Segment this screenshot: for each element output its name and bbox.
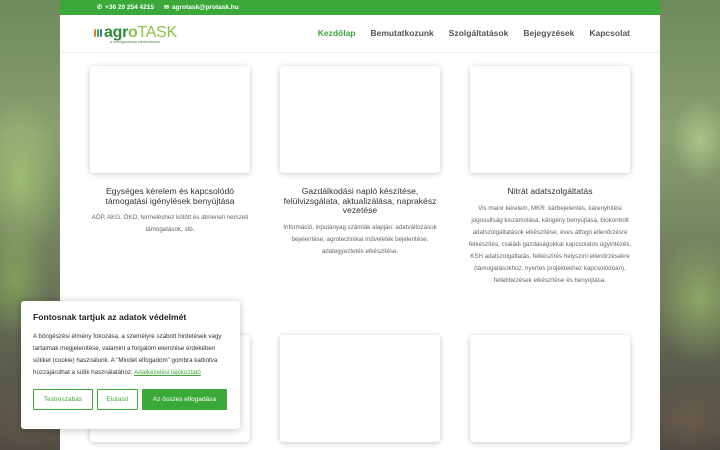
service-title: Egységes kérelem és kapcsolódó támogatás… bbox=[105, 186, 235, 206]
service-image-card[interactable] bbox=[470, 66, 630, 173]
nav-item-home[interactable]: Kezdőlap bbox=[318, 28, 356, 38]
phone-contact[interactable]: ✆ +36 20 254 4215 bbox=[97, 4, 154, 11]
service-description: Információ, inputanyag számlák alapján: … bbox=[283, 223, 437, 255]
logo-bars-icon bbox=[94, 29, 102, 37]
site-logo[interactable]: agroTASK a mezőgazdaság adminisztráció bbox=[94, 25, 177, 45]
customize-button[interactable]: Testreszabás bbox=[33, 389, 93, 410]
accept-all-button[interactable]: Az összes elfogadása bbox=[142, 389, 227, 410]
service-image-card[interactable] bbox=[90, 66, 250, 173]
service-title: Nitrát adatszolgáltatás bbox=[507, 186, 593, 196]
logo-wordmark: agroTASK bbox=[104, 24, 177, 41]
service-item: Gazdálkodási napló készítése, felülvizsg… bbox=[275, 186, 445, 258]
phone-number: +36 20 254 4215 bbox=[105, 4, 155, 11]
service-description: AÖP, AKG, ÖKO, termeléshez kötött és átm… bbox=[91, 214, 249, 233]
nav-item-posts[interactable]: Bejegyzések bbox=[523, 28, 574, 38]
nav-item-services[interactable]: Szolgáltatások bbox=[449, 28, 509, 38]
service-item: Egységes kérelem és kapcsolódó támogatás… bbox=[85, 186, 255, 236]
cookie-buttons: Testreszabás Elutasít Az összes elfogadá… bbox=[33, 389, 228, 410]
reject-button[interactable]: Elutasít bbox=[97, 389, 138, 410]
service-title: Gazdálkodási napló készítése, felülvizsg… bbox=[283, 186, 437, 215]
envelope-icon: ✉ bbox=[164, 5, 170, 11]
cookie-text: A böngészési élmény fokozása, a személyr… bbox=[33, 333, 222, 376]
cookie-consent-banner: Fontosnak tartjuk az adatok védelmét A b… bbox=[21, 301, 240, 429]
service-image-card[interactable] bbox=[470, 335, 630, 442]
service-image-card[interactable] bbox=[280, 335, 440, 442]
privacy-policy-link[interactable]: Adatkezelési tájékoztató bbox=[134, 369, 201, 376]
phone-icon: ✆ bbox=[97, 5, 103, 11]
site-header: agroTASK a mezőgazdaság adminisztráció K… bbox=[60, 15, 660, 53]
top-info-bar: ✆ +36 20 254 4215 ✉ agrotask@protask.hu bbox=[60, 0, 660, 15]
nav-item-contact[interactable]: Kapcsolat bbox=[589, 28, 630, 38]
cookie-title: Fontosnak tartjuk az adatok védelmét bbox=[33, 312, 187, 322]
service-item: Nitrát adatszolgáltatás Vis maior kérele… bbox=[465, 186, 635, 287]
email-address: agrotask@protask.hu bbox=[172, 4, 239, 11]
logo-tagline: a mezőgazdaság adminisztráció bbox=[110, 40, 160, 44]
nav-item-about[interactable]: Bemutatkozunk bbox=[371, 28, 434, 38]
main-nav: Kezdőlap Bemutatkozunk Szolgáltatások Be… bbox=[318, 28, 630, 38]
service-description: Vis maior kérelem, MKR: kárbejelentés, k… bbox=[468, 204, 632, 284]
service-image-card[interactable] bbox=[280, 66, 440, 173]
email-contact[interactable]: ✉ agrotask@protask.hu bbox=[164, 4, 239, 11]
